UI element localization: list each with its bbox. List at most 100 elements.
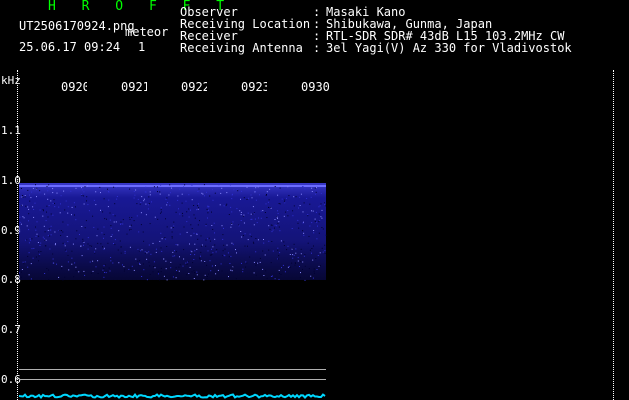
noise-speck	[193, 278, 195, 279]
noise-speck	[45, 239, 47, 241]
noise-speck	[204, 261, 206, 263]
noise-speck	[155, 248, 157, 250]
noise-speck	[36, 196, 37, 198]
noise-speck	[181, 202, 183, 204]
noise-speck	[200, 255, 201, 257]
noise-speck	[214, 238, 216, 240]
noise-speck	[197, 208, 199, 210]
noise-speck	[207, 250, 209, 252]
noise-speck	[179, 233, 181, 235]
noise-speck	[45, 245, 47, 247]
noise-speck	[292, 210, 294, 212]
noise-speck	[139, 262, 140, 264]
noise-speck	[190, 235, 192, 237]
noise-speck	[281, 198, 283, 200]
noise-speck	[71, 257, 73, 259]
noise-speck	[222, 250, 224, 252]
noise-speck	[75, 187, 77, 189]
noise-speck	[138, 231, 140, 233]
noise-speck	[84, 274, 86, 276]
noise-speck	[265, 270, 267, 272]
noise-speck	[159, 240, 161, 242]
noise-speck	[131, 217, 133, 218]
noise-speck	[66, 236, 68, 238]
hrofft-display: { "header": { "brand": "H R O F F T", "f…	[0, 0, 629, 400]
noise-speck	[161, 211, 162, 213]
noise-speck	[87, 237, 89, 239]
noise-speck	[61, 268, 63, 270]
noise-speck	[73, 202, 75, 204]
noise-speck	[263, 275, 265, 276]
noise-speck	[157, 271, 159, 273]
noise-speck	[160, 209, 162, 211]
noise-speck	[160, 267, 162, 269]
noise-speck	[173, 225, 175, 227]
noise-speck	[114, 203, 116, 205]
noise-speck	[138, 250, 140, 252]
noise-speck	[139, 263, 141, 265]
noise-speck	[172, 255, 174, 257]
noise-speck	[159, 279, 161, 281]
noise-speck	[270, 224, 272, 226]
noise-speck	[216, 249, 218, 251]
noise-speck	[299, 196, 301, 198]
noise-speck	[32, 187, 34, 189]
noise-speck	[233, 265, 235, 267]
noise-speck	[36, 221, 38, 223]
noise-speck	[316, 238, 318, 240]
noise-speck	[249, 233, 251, 235]
noise-speck	[318, 213, 320, 215]
noise-speck	[242, 235, 244, 237]
noise-speck	[297, 222, 299, 224]
noise-speck	[287, 245, 289, 247]
noise-speck	[172, 226, 174, 228]
noise-speck	[277, 258, 279, 260]
noise-speck	[130, 228, 132, 230]
noise-speck	[67, 241, 69, 243]
noise-speck	[55, 243, 56, 245]
noise-speck	[250, 213, 252, 215]
noise-speck	[205, 225, 207, 227]
noise-speck	[278, 278, 280, 280]
noise-speck	[278, 221, 280, 223]
noise-speck	[311, 210, 312, 212]
noise-speck	[117, 249, 119, 251]
noise-speck	[271, 241, 273, 242]
noise-speck	[251, 218, 253, 220]
noise-speck	[210, 270, 212, 272]
noise-speck	[72, 243, 74, 245]
noise-speck	[193, 259, 195, 260]
noise-speck	[92, 215, 94, 217]
noise-speck	[302, 211, 304, 213]
noise-speck	[241, 236, 243, 238]
noise-speck	[165, 260, 167, 262]
noise-speck	[295, 252, 297, 254]
noise-speck	[167, 202, 168, 203]
noise-speck	[47, 229, 49, 231]
noise-speck	[139, 250, 141, 252]
noise-speck	[141, 249, 143, 251]
noise-speck	[103, 248, 105, 250]
noise-speck	[160, 184, 162, 186]
noise-speck	[245, 266, 247, 268]
noise-speck	[97, 260, 99, 262]
noise-speck	[86, 196, 88, 198]
noise-speck	[270, 276, 272, 277]
noise-speck	[107, 206, 109, 208]
noise-speck	[52, 188, 54, 190]
noise-speck	[110, 225, 112, 227]
noise-speck	[116, 196, 118, 197]
noise-speck	[240, 214, 242, 216]
noise-speck	[175, 211, 177, 213]
noise-speck	[221, 270, 223, 272]
noise-speck	[269, 228, 271, 230]
noise-speck	[294, 264, 296, 266]
noise-speck	[279, 187, 281, 189]
noise-speck	[206, 191, 207, 193]
noise-speck	[160, 232, 162, 234]
noise-speck	[166, 197, 168, 199]
noise-speck	[231, 270, 233, 272]
noise-speck	[106, 218, 107, 220]
noise-speck	[50, 234, 52, 236]
noise-speck	[148, 261, 150, 263]
